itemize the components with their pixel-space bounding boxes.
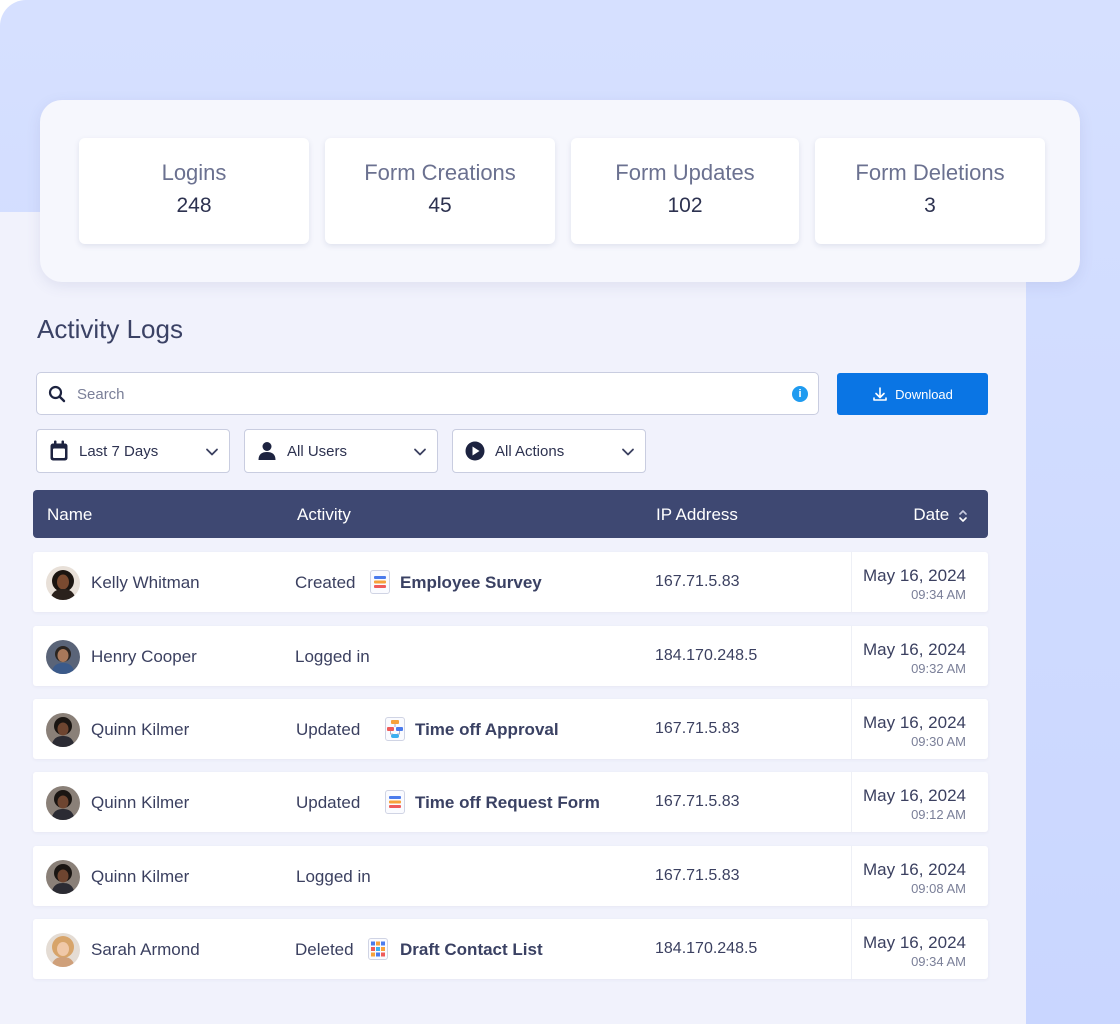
download-button[interactable]: Download	[837, 373, 988, 415]
actions-filter-select[interactable]: All Actions	[452, 429, 646, 473]
avatar	[46, 566, 80, 600]
date-cell: May 16, 2024 09:30 AM	[851, 699, 988, 759]
date-cell: May 16, 2024 09:12 AM	[851, 772, 988, 832]
activity-action: Updated	[296, 793, 361, 812]
ip-address: 184.170.248.5	[655, 647, 758, 664]
date-filter-label: Last 7 Days	[79, 442, 159, 460]
sort-icon	[959, 509, 967, 522]
stat-form-creations[interactable]: Form Creations 45	[325, 138, 555, 244]
activity-action: Updated	[296, 720, 361, 739]
table-icon	[368, 938, 388, 960]
actions-filter-label: All Actions	[495, 442, 565, 460]
page-title: Activity Logs	[37, 314, 183, 344]
date-value: May 16, 2024	[862, 860, 966, 879]
play-circle-icon	[465, 441, 485, 461]
ip-address: 184.170.248.5	[655, 940, 758, 957]
stat-label: Logins	[161, 160, 227, 185]
form-name[interactable]: Draft Contact List	[400, 940, 543, 960]
form-name[interactable]: Time off Approval	[415, 720, 559, 740]
search-input[interactable]	[77, 381, 777, 407]
user-name: Henry Cooper	[91, 647, 197, 666]
column-header-ip[interactable]: IP Address	[656, 505, 738, 525]
ip-address: 167.71.5.83	[655, 793, 740, 810]
time-value: 09:32 AM	[911, 661, 966, 676]
table-header: Name Activity IP Address Date	[33, 490, 988, 538]
column-header-activity[interactable]: Activity	[297, 505, 351, 525]
date-value: May 16, 2024	[862, 713, 966, 732]
date-cell: May 16, 2024 09:32 AM	[851, 626, 988, 686]
user-name: Quinn Kilmer	[91, 793, 190, 812]
search-icon	[48, 385, 66, 408]
stat-form-updates[interactable]: Form Updates 102	[571, 138, 799, 244]
avatar	[46, 786, 80, 820]
search-bar: i	[36, 372, 819, 415]
time-value: 09:30 AM	[911, 734, 966, 749]
stat-label: Form Creations	[364, 160, 516, 185]
user-icon	[258, 442, 276, 460]
form-name[interactable]: Time off Request Form	[415, 793, 600, 813]
stat-form-deletions[interactable]: Form Deletions 3	[815, 138, 1045, 244]
avatar	[46, 713, 80, 747]
stat-logins[interactable]: Logins 248	[79, 138, 309, 244]
user-name: Quinn Kilmer	[91, 867, 190, 886]
activity-action: Deleted	[295, 940, 354, 959]
date-value: May 16, 2024	[862, 640, 966, 659]
stat-label: Form Deletions	[855, 160, 1005, 185]
column-header-date-label: Date	[913, 505, 950, 524]
form-icon	[370, 570, 390, 594]
date-cell: May 16, 2024 09:34 AM	[851, 919, 988, 979]
form-icon	[385, 790, 405, 814]
download-icon	[873, 387, 887, 401]
time-value: 09:34 AM	[911, 587, 966, 602]
ip-address: 167.71.5.83	[655, 720, 740, 737]
ip-address: 167.71.5.83	[655, 867, 740, 884]
stats-card: Logins 248 Form Creations 45 Form Update…	[40, 100, 1080, 282]
date-value: May 16, 2024	[862, 566, 966, 585]
activity-action: Logged in	[295, 647, 370, 666]
time-value: 09:12 AM	[911, 807, 966, 822]
table-row[interactable]: Kelly Whitman Created Employee Survey 16…	[33, 552, 988, 612]
table-row[interactable]: Quinn Kilmer Updated Time off Approval 1…	[33, 699, 988, 759]
activity-action: Logged in	[296, 867, 371, 886]
table-row[interactable]: Henry Cooper Logged in 184.170.248.5 May…	[33, 626, 988, 686]
stat-value: 102	[667, 194, 703, 217]
chevron-down-icon	[414, 448, 426, 456]
chevron-down-icon	[622, 448, 634, 456]
date-cell: May 16, 2024 09:08 AM	[851, 846, 988, 906]
table-row[interactable]: Quinn Kilmer Updated Time off Request Fo…	[33, 772, 988, 832]
avatar	[46, 933, 80, 967]
user-name: Quinn Kilmer	[91, 720, 190, 739]
info-icon[interactable]: i	[792, 386, 808, 402]
ip-address: 167.71.5.83	[655, 573, 740, 590]
stat-label: Form Updates	[615, 160, 755, 185]
date-filter-select[interactable]: Last 7 Days	[36, 429, 230, 473]
stat-value: 3	[924, 194, 936, 217]
stat-value: 248	[176, 194, 212, 217]
table-row[interactable]: Quinn Kilmer Logged in 167.71.5.83 May 1…	[33, 846, 988, 906]
users-filter-select[interactable]: All Users	[244, 429, 438, 473]
form-name[interactable]: Employee Survey	[400, 573, 542, 593]
user-name: Sarah Armond	[91, 940, 200, 959]
time-value: 09:34 AM	[911, 954, 966, 969]
download-label: Download	[895, 386, 953, 402]
users-filter-label: All Users	[287, 442, 348, 460]
avatar	[46, 860, 80, 894]
time-value: 09:08 AM	[911, 881, 966, 896]
table-row[interactable]: Sarah Armond Deleted Draft Contact List …	[33, 919, 988, 979]
column-header-date[interactable]: Date	[913, 505, 968, 525]
user-name: Kelly Whitman	[91, 573, 200, 592]
avatar	[46, 640, 80, 674]
workflow-icon	[385, 717, 405, 741]
date-value: May 16, 2024	[862, 933, 966, 952]
activity-action: Created	[295, 573, 356, 592]
date-cell: May 16, 2024 09:34 AM	[851, 552, 988, 612]
calendar-icon	[50, 440, 68, 461]
chevron-down-icon	[206, 448, 218, 456]
column-header-name[interactable]: Name	[47, 505, 92, 525]
stat-value: 45	[428, 194, 452, 217]
date-value: May 16, 2024	[862, 786, 966, 805]
